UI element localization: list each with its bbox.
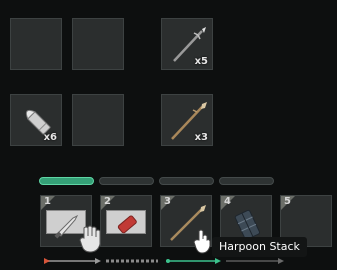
category-tab-2[interactable] [99, 177, 154, 185]
hotbar-number: 5 [284, 196, 291, 207]
hotbar-slot-2[interactable]: 2 [100, 195, 152, 247]
drag-hand-cursor [79, 225, 101, 253]
red-item-icon [117, 215, 137, 234]
hand-pointer-cursor [193, 229, 211, 254]
inventory-slot-spear[interactable]: x3 [161, 94, 213, 146]
item-count: x5 [194, 56, 208, 67]
item-count: x3 [194, 132, 208, 143]
green-arrow-icon [166, 258, 221, 264]
category-tab-4[interactable] [219, 177, 274, 185]
inventory-slot-empty[interactable] [10, 18, 62, 70]
red-spear-icon [44, 258, 101, 264]
dark-arrow-icon [226, 258, 284, 264]
weapon-strip [44, 258, 284, 264]
inventory-slot-empty[interactable] [72, 94, 124, 146]
inventory-slot-bullet[interactable]: x6 [10, 94, 62, 146]
item-count: x6 [43, 132, 57, 143]
category-tab-1[interactable] [39, 177, 94, 185]
category-tab-3[interactable] [159, 177, 214, 185]
inventory-slot-empty[interactable] [72, 18, 124, 70]
inventory-slot-harpoon[interactable]: x5 [161, 18, 213, 70]
